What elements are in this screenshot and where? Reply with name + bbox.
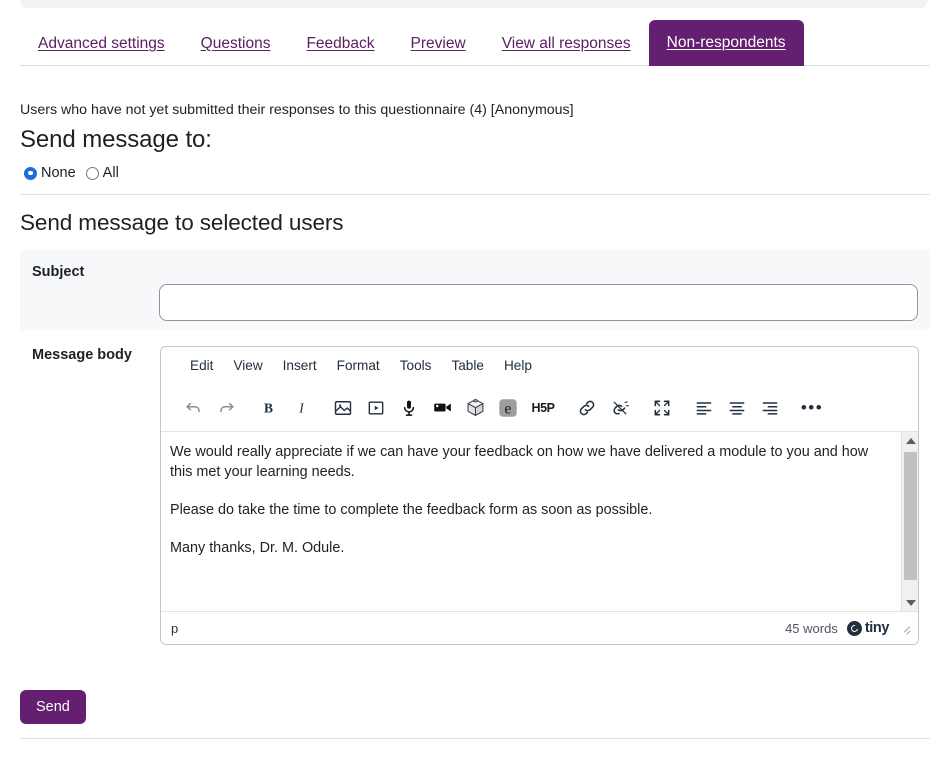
align-center-icon[interactable] [721,392,753,424]
scroll-down-arrow-icon[interactable] [902,594,919,611]
tiny-wordmark: tiny [865,620,889,636]
more-label: ••• [801,403,823,413]
word-count[interactable]: 45 words [785,621,838,636]
divider-top [20,194,930,195]
page-root: Advanced settings Questions Feedback Pre… [0,0,945,764]
menu-format[interactable]: Format [330,355,387,376]
h5p-label: H5P [531,401,554,415]
menu-edit[interactable]: Edit [183,355,220,376]
menu-table[interactable]: Table [444,355,491,376]
message-paragraph-2: Please do take the time to complete the … [170,500,887,520]
tinymce-logo[interactable]: tiny [847,620,889,636]
tab-view-all-responses[interactable]: View all responses [484,23,649,66]
subject-row: Subject [20,250,930,330]
bold-icon[interactable]: B [252,392,284,424]
svg-text:I: I [298,400,304,415]
tab-preview[interactable]: Preview [393,23,484,66]
radio-none-indicator[interactable] [24,167,37,180]
top-partial-band [20,0,928,8]
menu-tools[interactable]: Tools [393,355,439,376]
scroll-up-arrow-icon[interactable] [902,432,919,449]
tab-feedback[interactable]: Feedback [288,23,392,66]
message-paragraph-1: We would really appreciate if we can hav… [170,442,887,482]
media-icon[interactable] [360,392,392,424]
scrollbar-thumb[interactable] [904,452,917,580]
editor-statusbar: p 45 words tiny [161,611,918,644]
equation-icon[interactable]: e [492,392,524,424]
align-right-icon[interactable] [754,392,786,424]
cube-icon[interactable] [459,392,491,424]
tab-bar: Advanced settings Questions Feedback Pre… [20,21,930,66]
video-camera-icon[interactable] [426,392,458,424]
editor-resize-handle[interactable] [898,621,912,635]
subject-input[interactable] [159,284,918,321]
menu-insert[interactable]: Insert [276,355,324,376]
more-icon[interactable]: ••• [796,392,828,424]
undo-icon[interactable] [177,392,209,424]
radio-none-label: None [41,165,76,181]
editor-content-wrapper: We would really appreciate if we can hav… [161,431,918,611]
tiny-mark-icon [847,621,862,636]
editor-toolbar: B I [161,384,918,431]
svg-text:B: B [264,400,273,415]
message-paragraph-3: Many thanks, Dr. M. Odule. [170,538,887,558]
radio-all-indicator[interactable] [86,167,99,180]
editor-menubar: Edit View Insert Format Tools Table Help [161,347,918,384]
image-icon[interactable] [327,392,359,424]
tab-non-respondents[interactable]: Non-respondents [649,20,804,66]
align-left-icon[interactable] [688,392,720,424]
menu-view[interactable]: View [226,355,269,376]
menu-help[interactable]: Help [497,355,539,376]
redo-icon[interactable] [210,392,242,424]
tab-questions[interactable]: Questions [183,23,289,66]
editor-content-area[interactable]: We would really appreciate if we can hav… [161,432,901,611]
recipient-radio-group: None All [24,165,119,181]
radio-option-all[interactable]: All [86,165,119,181]
editor-scrollbar[interactable] [901,432,918,611]
send-button[interactable]: Send [20,690,86,724]
message-body-label: Message body [32,347,132,363]
link-icon[interactable] [571,392,603,424]
element-path[interactable]: p [171,621,178,636]
tab-list: Advanced settings Questions Feedback Pre… [20,21,930,66]
svg-text:e: e [505,400,512,417]
radio-option-none[interactable]: None [24,165,76,181]
divider-bottom [20,738,930,739]
italic-icon[interactable]: I [285,392,317,424]
h5p-icon[interactable]: H5P [525,392,561,424]
fullscreen-icon[interactable] [646,392,678,424]
microphone-icon[interactable] [393,392,425,424]
subject-label: Subject [32,264,84,280]
unlink-icon[interactable] [604,392,636,424]
non-respondents-summary: Users who have not yet submitted their r… [20,100,574,120]
send-message-to-heading: Send message to: [20,124,212,156]
radio-all-label: All [103,165,119,181]
statusbar-right: 45 words tiny [785,620,912,636]
tinymce-editor: Edit View Insert Format Tools Table Help… [160,346,919,645]
section-heading: Send message to selected users [20,208,343,238]
tab-advanced-settings[interactable]: Advanced settings [20,23,183,66]
